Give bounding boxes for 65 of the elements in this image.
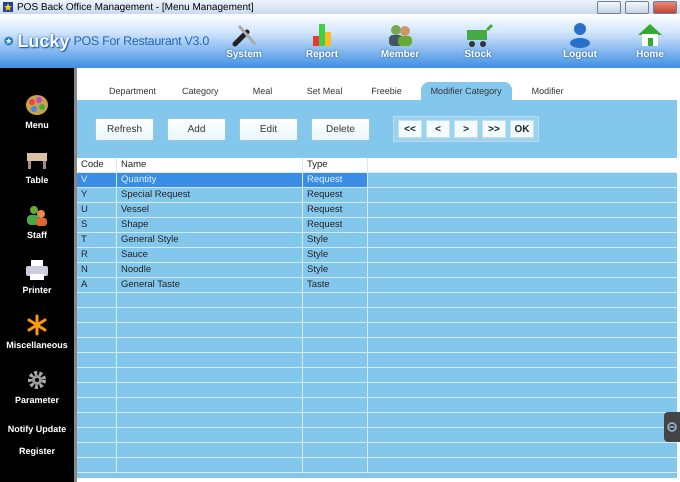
table-cell: General Style <box>117 233 303 247</box>
printer-icon <box>24 259 49 281</box>
table-cell: Quantity <box>117 173 303 187</box>
column-header: Name <box>117 158 303 172</box>
tab[interactable]: Category <box>172 82 229 100</box>
table-cell: V <box>77 173 117 187</box>
tab[interactable]: Department <box>99 82 166 100</box>
table-cell: N <box>77 263 117 277</box>
maximize-button[interactable] <box>625 0 649 14</box>
staff-icon <box>25 204 49 226</box>
table-cell: Style <box>303 233 368 247</box>
sidebar-item[interactable]: Table <box>25 149 49 204</box>
tab[interactable]: Modifier Category <box>420 82 512 100</box>
table-cell: Request <box>303 173 368 187</box>
star-icon <box>3 2 13 12</box>
table-cell: Noodle <box>117 263 303 277</box>
tab[interactable]: Modifier <box>520 82 576 100</box>
brand-name: Lucky <box>17 30 70 52</box>
table-cell: A <box>77 278 117 292</box>
action-button[interactable]: Add <box>167 118 226 140</box>
sidebar-item[interactable]: Staff <box>25 204 49 259</box>
sidebar-item[interactable]: Parameter <box>14 369 60 424</box>
side-handle[interactable] <box>664 412 680 442</box>
table-cell: Style <box>303 248 368 262</box>
sidebar-item[interactable]: Printer <box>22 259 52 314</box>
table-cell: U <box>77 203 117 217</box>
action-button[interactable]: Refresh <box>95 118 154 140</box>
palette-icon <box>25 94 49 116</box>
brand-subtitle: POS For Restaurant V3.0 <box>73 34 209 48</box>
pager-button[interactable]: >> <box>482 120 506 138</box>
table-cell: R <box>77 248 117 262</box>
close-button[interactable] <box>653 0 677 14</box>
table-cell: S <box>77 218 117 232</box>
tab[interactable]: Freebie <box>358 82 415 100</box>
table-cell: Sauce <box>117 248 303 262</box>
table-cell: Taste <box>303 278 368 292</box>
table-cell: Request <box>303 203 368 217</box>
table-cell: Shape <box>117 218 303 232</box>
table-cell: Request <box>303 218 368 232</box>
table-cell: T <box>77 233 117 247</box>
table-cell: General Taste <box>117 278 303 292</box>
tab[interactable]: Meal <box>234 82 291 100</box>
sidebar-item[interactable]: Menu <box>25 94 49 149</box>
table-cell: Style <box>303 263 368 277</box>
minimize-button[interactable] <box>597 0 621 14</box>
asterisk-icon <box>25 314 49 336</box>
sidebar-item[interactable]: Notify Update <box>8 424 66 446</box>
table-cell: Y <box>77 188 117 202</box>
table-cell: Request <box>303 188 368 202</box>
column-header: Type <box>303 158 368 172</box>
handle-icon <box>667 422 677 432</box>
pager-button[interactable]: < <box>426 120 450 138</box>
pager-button[interactable]: << <box>398 120 422 138</box>
sidebar-item[interactable]: Register <box>18 446 55 468</box>
window-title: POS Back Office Management - [Menu Management] <box>17 2 255 12</box>
action-button[interactable]: Edit <box>239 118 298 140</box>
action-button[interactable]: Delete <box>311 118 370 140</box>
table-cell: Special Request <box>117 188 303 202</box>
tab[interactable]: Set Meal <box>296 82 353 100</box>
table-cell: Vessel <box>117 203 303 217</box>
sidebar-item[interactable]: Miscellaneous <box>6 314 68 369</box>
gear-icon <box>25 369 49 391</box>
pager-button[interactable]: > <box>454 120 478 138</box>
pager-button[interactable]: OK <box>510 120 534 138</box>
column-header: Code <box>77 158 117 172</box>
